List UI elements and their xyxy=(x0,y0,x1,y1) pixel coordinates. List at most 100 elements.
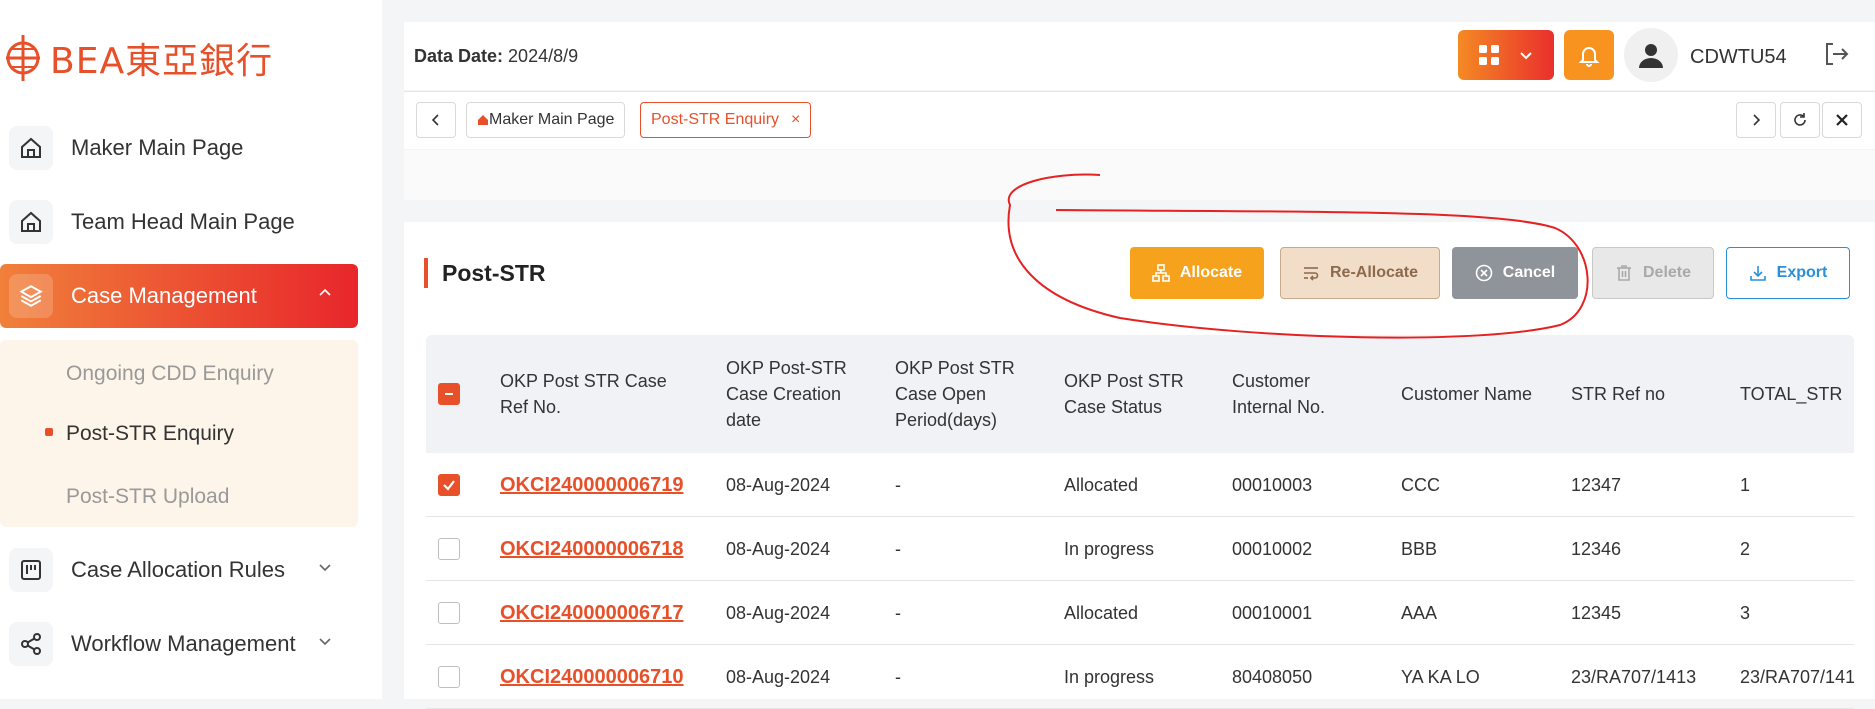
org-chart-icon xyxy=(1152,264,1170,282)
logout-button[interactable] xyxy=(1822,40,1850,73)
sidebar-item-label: Case Allocation Rules xyxy=(71,557,286,582)
creation-date-cell: 08-Aug-2024 xyxy=(726,602,831,623)
reallocate-label: Re-Allocate xyxy=(1329,264,1419,281)
cancel-button[interactable]: Cancel xyxy=(1452,247,1578,299)
chevron-up-icon xyxy=(319,288,331,296)
column-header-case-status[interactable]: OKP Post STR Case Status xyxy=(1064,335,1204,453)
table-row[interactable]: OKCI240000006717 08-Aug-2024 - Allocated… xyxy=(426,581,1854,645)
select-all-cell xyxy=(438,335,478,453)
close-icon xyxy=(1836,114,1848,126)
user-icon xyxy=(1639,44,1663,68)
case-management-submenu: Ongoing CDD Enquiry Post-STR Enquiry Pos… xyxy=(0,340,358,527)
row-checkbox[interactable] xyxy=(438,538,460,560)
filter-area xyxy=(404,150,1875,200)
case-ref-link[interactable]: OKCI240000006718 xyxy=(500,517,720,581)
close-all-tabs-button[interactable] xyxy=(1822,102,1862,138)
sidebar: BEA東亞銀行 Maker Main Page Team Head Main P… xyxy=(0,0,382,699)
case-ref-link[interactable]: OKCI240000006717 xyxy=(500,581,720,645)
data-date: Data Date: 2024/8/9 xyxy=(414,46,578,67)
open-period-cell: - xyxy=(895,602,901,623)
column-header-ref-no[interactable]: OKP Post STR Case Ref No. xyxy=(500,335,675,453)
reallocate-button[interactable]: Re-Allocate xyxy=(1280,247,1440,299)
column-header-str-ref-no[interactable]: STR Ref no xyxy=(1571,335,1711,453)
select-all-checkbox[interactable] xyxy=(438,383,460,405)
column-header-total-str[interactable]: TOTAL_STR xyxy=(1740,335,1854,453)
logout-icon xyxy=(1826,43,1849,65)
case-ref-link[interactable]: OKCI240000006710 xyxy=(500,645,720,709)
sidebar-item-label: Case Management xyxy=(71,283,257,308)
board-icon xyxy=(9,548,53,592)
customer-name-cell: YA KA LO xyxy=(1401,666,1480,687)
submenu-post-str-enquiry[interactable]: Post-STR Enquiry xyxy=(66,422,234,446)
customer-name-cell: AAA xyxy=(1401,602,1438,623)
bell-icon xyxy=(1578,47,1600,67)
trash-icon xyxy=(1616,265,1631,281)
refresh-icon xyxy=(1794,113,1806,126)
page-title: Post-STR xyxy=(424,258,546,288)
top-header: Data Date: 2024/8/9 CDWTU54 xyxy=(404,22,1875,90)
column-header-creation-date[interactable]: OKP Post-STR Case Creation date xyxy=(726,335,866,453)
total-str-cell: 1 xyxy=(1740,474,1751,495)
row-checkbox[interactable] xyxy=(438,474,460,496)
chevron-down-icon xyxy=(319,638,331,646)
scroll-tabs-right-button[interactable] xyxy=(1736,102,1776,138)
circle-x-icon xyxy=(1475,264,1493,282)
close-icon[interactable]: × xyxy=(791,111,800,129)
open-period-cell: - xyxy=(895,666,901,687)
tab-post-str-enquiry[interactable]: Post-STR Enquiry × xyxy=(640,102,812,138)
table-row[interactable]: OKCI240000006710 08-Aug-2024 - In progre… xyxy=(426,645,1854,709)
grid-icon xyxy=(1479,45,1499,65)
active-indicator xyxy=(45,428,53,436)
download-icon xyxy=(1749,266,1766,281)
row-checkbox[interactable] xyxy=(438,602,460,624)
refresh-button[interactable] xyxy=(1780,102,1820,138)
data-date-value: 2024/8/9 xyxy=(508,46,579,66)
home-icon xyxy=(9,126,53,170)
tab-bar: Maker Main Page Post-STR Enquiry × xyxy=(404,91,1875,149)
avatar[interactable] xyxy=(1624,28,1678,82)
export-button[interactable]: Export xyxy=(1726,247,1850,299)
home-icon xyxy=(478,115,488,125)
total-str-cell: 2 xyxy=(1740,538,1751,559)
check-icon xyxy=(443,480,455,491)
sidebar-item-workflow-management[interactable]: Workflow Management xyxy=(0,612,358,676)
table-header: OKP Post STR Case Ref No. OKP Post-STR C… xyxy=(426,335,1854,453)
notifications-button[interactable] xyxy=(1564,30,1614,80)
delete-label: Delete xyxy=(1642,264,1692,281)
username: CDWTU54 xyxy=(1690,46,1787,68)
table-row[interactable]: OKCI240000006719 08-Aug-2024 - Allocated… xyxy=(426,453,1854,517)
creation-date-cell: 08-Aug-2024 xyxy=(726,666,831,687)
sidebar-item-case-management[interactable]: Case Management xyxy=(0,264,358,328)
chevron-left-icon xyxy=(431,114,439,126)
allocate-button[interactable]: Allocate xyxy=(1130,247,1264,299)
cancel-label: Cancel xyxy=(1502,264,1556,281)
bea-emblem-icon xyxy=(6,35,40,81)
layers-icon xyxy=(9,274,53,318)
sidebar-item-team-head-main-page[interactable]: Team Head Main Page xyxy=(0,190,358,254)
scroll-tabs-left-button[interactable] xyxy=(416,102,456,138)
app-menu-button[interactable] xyxy=(1458,30,1554,80)
sidebar-item-maker-main-page[interactable]: Maker Main Page xyxy=(0,116,358,180)
chevron-down-icon xyxy=(319,564,331,572)
str-ref-cell: 12346 xyxy=(1571,538,1622,559)
bea-logo[interactable]: BEA東亞銀行 xyxy=(4,30,273,86)
tab-maker-main-page[interactable]: Maker Main Page xyxy=(466,102,626,138)
str-ref-cell: 12345 xyxy=(1571,602,1622,623)
customer-no-cell: 00010002 xyxy=(1232,538,1313,559)
column-header-customer-name[interactable]: Customer Name xyxy=(1401,335,1541,453)
row-checkbox[interactable] xyxy=(438,666,460,688)
sidebar-item-label: Maker Main Page xyxy=(71,135,244,160)
brand-name: BEA東亞銀行 xyxy=(50,41,274,82)
column-header-customer-internal-no[interactable]: Customer Internal No. xyxy=(1232,335,1372,453)
status-cell: In progress xyxy=(1064,538,1155,559)
minus-icon xyxy=(445,393,453,395)
submenu-post-str-upload[interactable]: Post-STR Upload xyxy=(66,485,229,509)
submenu-ongoing-cdd-enquiry[interactable]: Ongoing CDD Enquiry xyxy=(66,362,274,386)
table-row[interactable]: OKCI240000006718 08-Aug-2024 - In progre… xyxy=(426,517,1854,581)
customer-name-cell: BBB xyxy=(1401,538,1438,559)
case-ref-link[interactable]: OKCI240000006719 xyxy=(500,453,720,517)
open-period-cell: - xyxy=(895,474,901,495)
delete-button[interactable]: Delete xyxy=(1592,247,1714,299)
column-header-open-period[interactable]: OKP Post STR Case Open Period(days) xyxy=(895,335,1035,453)
sidebar-item-case-allocation-rules[interactable]: Case Allocation Rules xyxy=(0,538,358,602)
